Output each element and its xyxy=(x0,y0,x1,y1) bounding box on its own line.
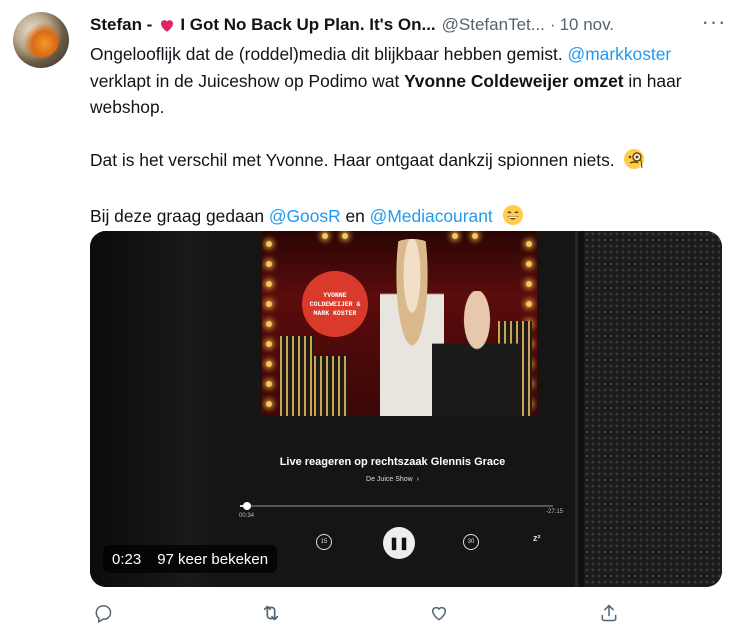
chevron-right-icon: › xyxy=(416,476,419,483)
tweet-actions xyxy=(90,600,730,626)
bold-text: Yvonne Coldeweijer omzet xyxy=(404,70,624,91)
share-icon[interactable] xyxy=(596,600,622,626)
cover-person-2 xyxy=(432,291,522,416)
show-name-text: De Juice Show xyxy=(366,476,413,483)
podcast-cover-art: YVONNE COLDEWEIJER & MARK KOSTER xyxy=(262,231,537,416)
show-name: De Juice Show › xyxy=(220,476,565,483)
user-handle[interactable]: @StefanTet... xyxy=(442,15,545,35)
elapsed-time: 00:34 xyxy=(239,513,255,519)
reply-icon[interactable] xyxy=(90,600,116,626)
progress-knob xyxy=(243,502,251,510)
phone-screen: YVONNE COLDEWEIJER & MARK KOSTER Live re… xyxy=(220,231,578,587)
grinning-face-emoji-icon xyxy=(502,204,524,234)
text-span: Bij deze graag gedaan xyxy=(90,206,269,226)
mention-link-markkoster[interactable]: @markkoster xyxy=(568,44,672,64)
text-span: en xyxy=(340,206,370,226)
tweet-date[interactable]: 10 nov. xyxy=(560,15,615,35)
video-duration: 0:23 xyxy=(112,550,142,568)
video-player[interactable]: YVONNE COLDEWEIJER & MARK KOSTER Live re… xyxy=(90,231,722,587)
more-options-button[interactable]: ··· xyxy=(701,9,727,35)
sleep-timer-icon: z² xyxy=(533,533,541,543)
view-count: 97 keer bekeken xyxy=(157,550,269,568)
remaining-time: -27:15 xyxy=(545,509,563,515)
like-icon[interactable] xyxy=(426,600,452,626)
text-span: verklapt in de Juiceshow op Podimo wat xyxy=(90,70,405,91)
video-background-left xyxy=(90,231,230,587)
retweet-icon[interactable] xyxy=(258,600,284,626)
display-name[interactable]: Stefan - xyxy=(90,15,152,35)
progress-bar xyxy=(240,502,553,510)
heart-icon xyxy=(158,16,176,34)
skip-back-icon: 15 xyxy=(316,534,332,550)
mention-link-goosr[interactable]: @GoosR xyxy=(269,206,341,226)
tweet-paragraph-1: Ongelooflijk dat de (roddel)media dit bl… xyxy=(90,41,730,121)
tweet-header: Stefan - I Got No Back Up Plan. It's On.… xyxy=(90,9,727,37)
monocle-face-emoji-icon xyxy=(623,148,645,178)
text-span: Ongelooflijk dat de (roddel)media dit bl… xyxy=(90,44,568,64)
text-span: Dat is het verschil met Yvonne. Haar ont… xyxy=(90,149,615,170)
video-overlay: 0:23 97 keer bekeken xyxy=(103,545,278,573)
pause-icon: ❚❚ xyxy=(383,527,415,559)
tweet-paragraph-2: Dat is het verschil met Yvonne. Haar ont… xyxy=(90,147,730,178)
separator-dot: · xyxy=(549,15,556,34)
speaker-mesh xyxy=(584,231,722,587)
skip-forward-icon: 30 xyxy=(463,534,479,550)
building-left-2 xyxy=(314,356,348,416)
avatar[interactable] xyxy=(13,12,69,68)
building-left xyxy=(280,336,314,416)
display-name-suffix[interactable]: I Got No Back Up Plan. It's On... xyxy=(180,15,435,35)
mention-link-mediacourant[interactable]: @Mediacourant xyxy=(370,206,493,226)
tweet-text: Ongelooflijk dat de (roddel)media dit bl… xyxy=(90,41,730,234)
tweet-paragraph-3: Bij deze graag gedaan @GoosR en @Mediaco… xyxy=(90,203,730,234)
cover-badge: YVONNE COLDEWEIJER & MARK KOSTER xyxy=(302,271,368,337)
episode-title: Live reageren op rechtszaak Glennis Grac… xyxy=(279,456,506,468)
